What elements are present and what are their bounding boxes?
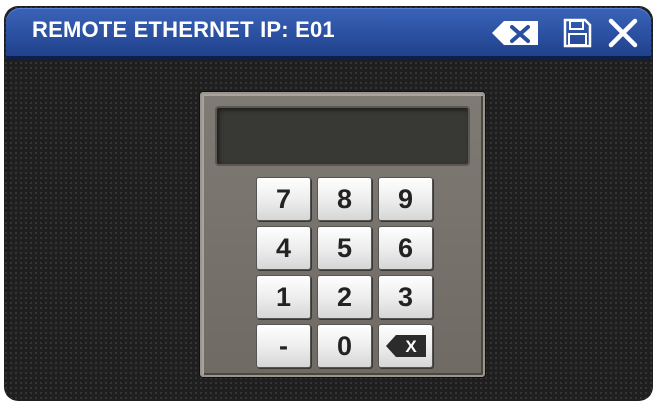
key-4[interactable]: 4	[256, 226, 311, 270]
save-button[interactable]	[557, 18, 595, 48]
key-0[interactable]: 0	[317, 324, 372, 368]
entry-display	[215, 106, 470, 166]
key-9[interactable]: 9	[378, 177, 433, 221]
key-3[interactable]: 3	[378, 275, 433, 319]
key-1[interactable]: 1	[256, 275, 311, 319]
key-2[interactable]: 2	[317, 275, 372, 319]
keypad-panel: 7 8 9 4 5 6 1 2 3 - 0 X	[200, 92, 485, 377]
backspace-label: X	[405, 337, 417, 356]
key-5[interactable]: 5	[317, 226, 372, 270]
backspace-icon: X	[385, 335, 426, 358]
key-6[interactable]: 6	[378, 226, 433, 270]
backspace-key[interactable]: X	[378, 324, 433, 368]
key-7[interactable]: 7	[256, 177, 311, 221]
page-title: REMOTE ETHERNET IP: E01	[32, 17, 335, 42]
screen: REMOTE ETHERNET IP: E01 7 8 9 4 5 6 1 2 …	[4, 6, 653, 401]
close-button[interactable]	[604, 18, 642, 48]
key-8[interactable]: 8	[317, 177, 372, 221]
backspace-x-icon	[492, 21, 538, 45]
close-x-icon	[608, 18, 638, 48]
key-dash[interactable]: -	[256, 324, 311, 368]
title-bar: REMOTE ETHERNET IP: E01	[6, 8, 651, 59]
floppy-save-icon	[563, 18, 592, 48]
clear-button[interactable]	[490, 18, 542, 48]
